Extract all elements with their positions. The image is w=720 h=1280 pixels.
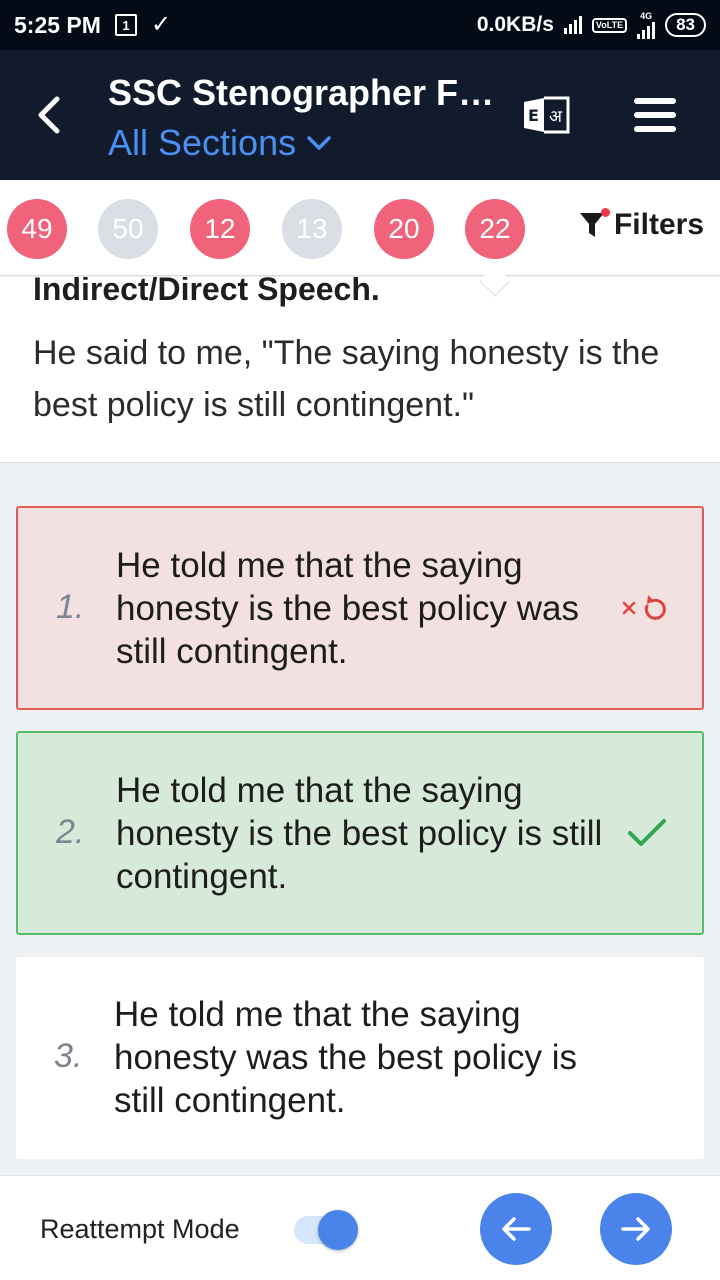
toggle-knob	[318, 1210, 358, 1250]
wifi-signal-icon	[563, 16, 582, 34]
question-heading: Indirect/Direct Speech.	[33, 277, 380, 307]
reattempt-mode-toggle[interactable]	[294, 1210, 360, 1250]
option-text: He told me that the saying honesty is th…	[116, 771, 603, 896]
svg-text:अ: अ	[549, 107, 563, 127]
previous-question-button[interactable]	[480, 1193, 552, 1265]
option-2[interactable]: 2. He told me that the saying honesty is…	[16, 731, 704, 935]
option-number: 3.	[54, 1037, 83, 1075]
option-number: 2.	[56, 813, 85, 851]
menu-icon-bar	[634, 126, 676, 132]
option-text: He told me that the saying honesty was t…	[114, 995, 578, 1120]
cell-signal-icon	[637, 21, 656, 39]
network-type: 4G	[640, 10, 653, 21]
question-panel: Indirect/Direct Speech. He said to me, "…	[0, 277, 720, 463]
question-number-strip: 49 50 12 13 20 22 Filters	[0, 180, 720, 276]
volte-icon: VoLTE	[591, 17, 628, 33]
svg-text:E: E	[528, 106, 539, 125]
back-arrow-icon	[38, 96, 60, 134]
filter-icon	[578, 208, 610, 240]
question-chip[interactable]: 12	[190, 199, 250, 259]
app-header: SSC Stenographer Fu... All Sections E अ	[0, 50, 720, 180]
next-question-button[interactable]	[600, 1193, 672, 1265]
status-bar: 5:25 PM 1 ✓ 0.0KB/s VoLTE 4G 83	[0, 0, 720, 50]
question-chip[interactable]: 20	[374, 199, 434, 259]
checkmark-icon	[626, 817, 668, 854]
status-time: 5:25 PM	[14, 11, 101, 38]
language-toggle-button[interactable]: E अ	[520, 94, 572, 136]
wrong-retry-icon	[620, 594, 668, 629]
network-speed: 0.0KB/s	[476, 13, 554, 36]
menu-button[interactable]	[634, 98, 676, 132]
menu-icon-bar	[634, 112, 676, 118]
question-chip[interactable]: 13	[282, 199, 342, 259]
menu-icon-bar	[634, 98, 676, 104]
arrow-left-icon	[502, 1217, 531, 1241]
reattempt-mode-label: Reattempt Mode	[40, 1214, 240, 1244]
filter-active-dot	[600, 208, 610, 217]
bottom-bar: Reattempt Mode	[0, 1175, 720, 1280]
filters-label: Filters	[613, 208, 704, 241]
option-3[interactable]: 3. He told me that the saying honesty wa…	[16, 957, 704, 1159]
option-1[interactable]: 1. He told me that the saying honesty is…	[16, 506, 704, 710]
notification-box-icon: 1	[114, 14, 137, 36]
arrow-right-icon	[621, 1217, 650, 1241]
language-toggle-icon: E अ	[524, 96, 570, 134]
back-button[interactable]	[28, 92, 68, 138]
filters-button[interactable]: Filters	[578, 208, 704, 242]
option-text: He told me that the saying honesty is th…	[116, 546, 580, 671]
question-chip[interactable]: 50	[98, 199, 158, 259]
question-chip-current[interactable]: 22	[465, 199, 525, 259]
chevron-down-icon	[307, 136, 331, 150]
page-title: SSC Stenographer Fu...	[108, 72, 498, 113]
option-number: 1.	[56, 588, 85, 626]
question-text: He said to me, "The saying honesty is th…	[33, 334, 660, 424]
sections-label: All Sections	[108, 122, 297, 163]
battery-icon: 83	[665, 13, 706, 37]
sections-dropdown[interactable]: All Sections	[108, 122, 332, 164]
checkmark-notification-icon: ✓	[150, 11, 172, 38]
question-chip[interactable]: 49	[7, 199, 67, 259]
